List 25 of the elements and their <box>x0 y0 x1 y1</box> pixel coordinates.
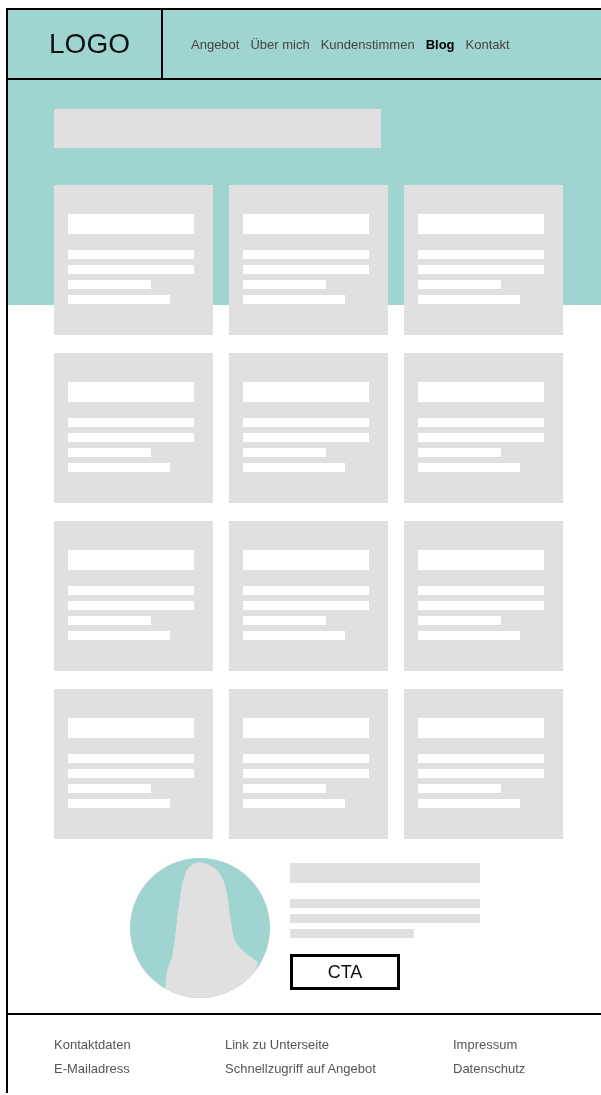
nav-link[interactable]: Angebot <box>191 36 240 52</box>
blog-card[interactable] <box>54 353 213 503</box>
cta-button[interactable]: CTA <box>290 954 400 990</box>
logo[interactable]: LOGO <box>8 10 163 78</box>
footer-link[interactable]: Schnellzugriff auf Angebot <box>225 1061 453 1076</box>
footer-link[interactable]: Datenschutz <box>453 1061 526 1076</box>
nav-link[interactable]: Kundenstimmen <box>320 36 415 52</box>
nav-link[interactable]: Kontakt <box>465 36 510 52</box>
nav-link[interactable]: Über mich <box>250 36 310 52</box>
blog-card[interactable] <box>404 689 563 839</box>
blog-card[interactable] <box>54 185 213 335</box>
blog-card[interactable] <box>229 185 388 335</box>
footer-link[interactable]: Link zu Unterseite <box>225 1037 453 1052</box>
nav-link[interactable]: Blog <box>425 36 455 52</box>
blog-card[interactable] <box>229 353 388 503</box>
footer-link[interactable]: Kontaktdaten <box>54 1037 225 1052</box>
blog-card[interactable] <box>404 353 563 503</box>
blog-card[interactable] <box>404 185 563 335</box>
blog-card[interactable] <box>54 521 213 671</box>
blog-card[interactable] <box>229 521 388 671</box>
blog-card[interactable] <box>404 521 563 671</box>
blog-card[interactable] <box>54 689 213 839</box>
blog-card[interactable] <box>229 689 388 839</box>
footer-link[interactable]: Impressum <box>453 1037 526 1052</box>
footer-link[interactable]: E-Mailadress <box>54 1061 225 1076</box>
